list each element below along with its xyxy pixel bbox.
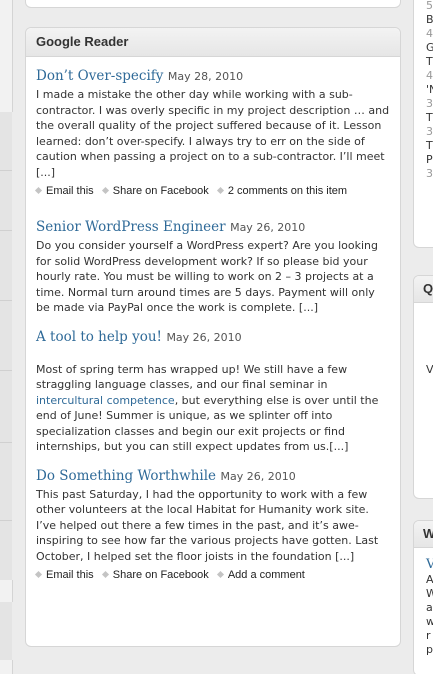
item-date: May 26, 2010 <box>166 330 242 344</box>
bullet-icon <box>34 570 43 579</box>
item-body: Do you consider yourself a WordPress exp… <box>36 239 379 314</box>
left-divider <box>0 170 12 171</box>
share-facebook-link[interactable]: Share on Facebook <box>101 185 209 197</box>
left-divider <box>0 230 12 231</box>
right-widget-1: 5 B 4 G T 4 'N 3 T 3 T P 3 <box>413 0 433 248</box>
left-widget-edge <box>0 580 13 602</box>
share-facebook-link[interactable]: Share on Facebook <box>101 569 209 581</box>
left-column-edge <box>0 0 13 674</box>
item-date: May 26, 2010 <box>220 469 296 483</box>
feed-items: Don’t Over-specify May 28, 2010 I made a… <box>26 57 400 582</box>
bullet-icon <box>101 570 109 579</box>
item-title-link[interactable]: Don’t Over-specify <box>36 68 163 84</box>
bullet-icon <box>34 186 43 195</box>
bullet-icon <box>216 186 224 195</box>
item-date: May 28, 2010 <box>167 70 244 83</box>
item-date: May 26, 2010 <box>230 221 306 234</box>
comments-link[interactable]: 2 comments on this item <box>216 185 347 197</box>
feed-item: Senior WordPress Engineer May 26, 2010 D… <box>36 218 390 316</box>
item-title-link[interactable]: A tool to help you! <box>36 329 162 345</box>
add-comment-link[interactable]: Add a comment <box>216 569 305 581</box>
widget-title: Google Reader <box>26 28 400 57</box>
right-sidebar-edge: 5 B 4 G T 4 'N 3 T 3 T P 3 Q V W V A W a… <box>413 0 433 674</box>
left-divider <box>0 300 12 301</box>
left-divider <box>0 370 12 371</box>
email-this-link[interactable]: Email this <box>34 569 94 581</box>
feed-item: A tool to help you! May 26, 2010 Most of… <box>36 328 390 455</box>
item-title-link[interactable]: Senior WordPress Engineer <box>36 219 226 235</box>
feed-item: Don’t Over-specify May 28, 2010 I made a… <box>34 67 390 198</box>
right-widget-2: Q V <box>413 275 433 499</box>
previous-widget-bottom <box>25 0 401 8</box>
left-divider <box>0 442 12 443</box>
email-this-link[interactable]: Email this <box>34 185 94 197</box>
bullet-icon <box>101 186 109 195</box>
item-actions: Email this Share on Facebook 2 comments … <box>34 184 390 198</box>
item-body: Most of spring term has wrapped up! We s… <box>36 362 379 454</box>
right-widget-3: W V A W a w r p <box>413 520 433 674</box>
item-body: I made a mistake the other day while wor… <box>36 88 390 179</box>
feed-item: Do Something Worthwhile May 26, 2010 Thi… <box>34 467 390 583</box>
left-divider <box>0 520 12 521</box>
google-reader-widget: Google Reader Don’t Over-specify May 28,… <box>25 27 401 647</box>
bullet-icon <box>216 570 224 579</box>
item-actions: Email this Share on Facebook Add a comme… <box>34 568 390 582</box>
left-widget-edge <box>0 0 13 112</box>
item-body: This past Saturday, I had the opportunit… <box>36 487 379 563</box>
item-title-link[interactable]: Do Something Worthwhile <box>36 468 216 484</box>
intercultural-competence-link[interactable]: intercultural competence <box>36 394 175 407</box>
left-widget-edge <box>0 660 13 674</box>
